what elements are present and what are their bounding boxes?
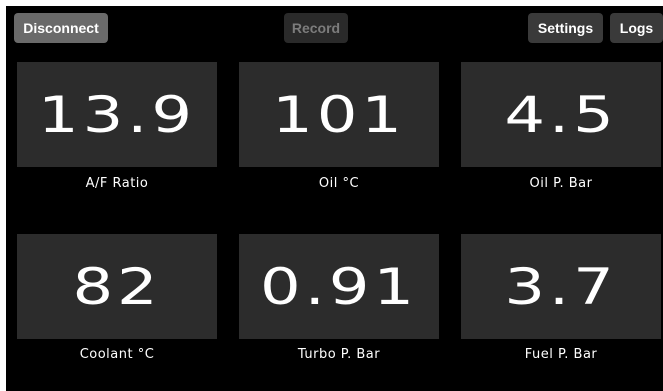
gauge-label: Coolant °C [79, 347, 155, 362]
logs-button[interactable]: Logs [610, 13, 663, 43]
dashboard-screen: Disconnect Record Settings Logs 13.9 A/F… [6, 6, 663, 391]
gauge-value: 4.5 [504, 85, 618, 144]
gauge-value: 101 [272, 85, 406, 144]
gauge-coolant-temp: 82 [17, 234, 217, 339]
settings-button[interactable]: Settings [528, 13, 603, 43]
gauge-value: 13.9 [38, 85, 196, 144]
gauge-oil-pressure: 4.5 [461, 62, 661, 167]
gauge-af-ratio: 13.9 [17, 62, 217, 167]
gauge-label: Oil P. Bar [529, 176, 593, 191]
gauge-label: A/F Ratio [85, 176, 149, 191]
gauge-value: 0.91 [260, 257, 418, 316]
gauge-label: Turbo P. Bar [297, 347, 381, 362]
gauge-turbo-pressure: 0.91 [239, 234, 439, 339]
gauge-label: Fuel P. Bar [524, 347, 598, 362]
gauge-oil-temp: 101 [239, 62, 439, 167]
gauge-fuel-pressure: 3.7 [461, 234, 661, 339]
gauge-label: Oil °C [318, 176, 360, 191]
record-button[interactable]: Record [284, 13, 348, 43]
disconnect-button[interactable]: Disconnect [14, 13, 108, 43]
gauge-value: 3.7 [504, 257, 618, 316]
gauge-value: 82 [72, 257, 162, 316]
